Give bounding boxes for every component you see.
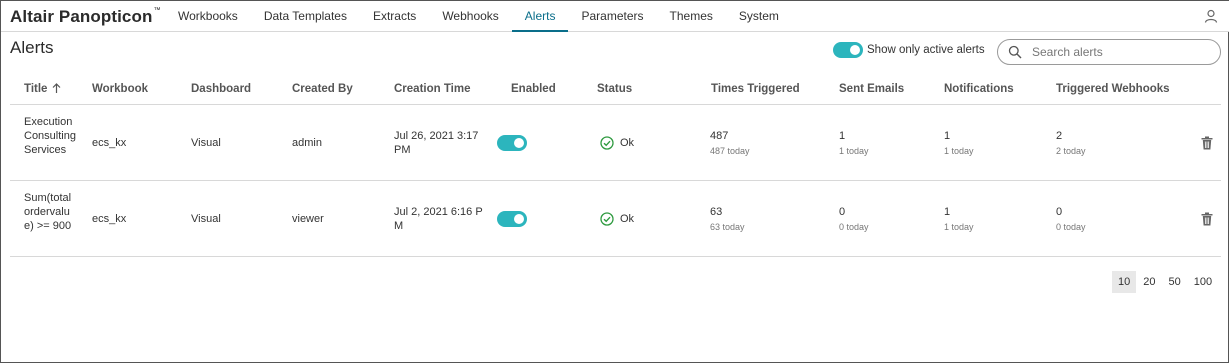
nav-system[interactable]: System — [726, 1, 792, 32]
alert-status-text: Ok — [620, 213, 635, 225]
arrow-up-icon[interactable] — [52, 83, 61, 93]
alert-created-by: admin — [292, 137, 322, 149]
column-header-created-by[interactable]: Created By — [292, 83, 353, 95]
page-size-50[interactable]: 50 — [1163, 271, 1187, 293]
main-nav: Workbooks Data Templates Extracts Webhoo… — [165, 1, 792, 32]
alert-status-text: Ok — [620, 137, 635, 149]
check-circle-icon — [600, 212, 614, 226]
logo-text: Altair Panopticon — [10, 7, 153, 26]
active-alerts-filter: Show only active alerts — [833, 42, 985, 58]
alert-times-triggered: 487 487 today — [710, 129, 750, 158]
nav-webhooks[interactable]: Webhooks — [429, 1, 511, 32]
column-header-status[interactable]: Status — [597, 83, 632, 95]
alert-sent-emails: 1 1 today — [839, 129, 869, 158]
active-alerts-label: Show only active alerts — [867, 44, 985, 56]
alert-dashboard: Visual — [191, 213, 221, 225]
app-logo[interactable]: Altair Panopticon™ — [10, 7, 161, 27]
nav-alerts[interactable]: Alerts — [511, 1, 569, 32]
triggered-webhooks-today: 0 today — [1056, 222, 1086, 232]
alert-triggered-webhooks: 0 0 today — [1056, 205, 1086, 234]
table-row[interactable]: Sum(totalordervalue) >= 900 ecs_kx Visua… — [10, 181, 1221, 257]
table-row[interactable]: Execution Consulting Services ecs_kx Vis… — [10, 105, 1221, 181]
alert-notifications: 1 1 today — [944, 205, 974, 234]
times-triggered-today: 63 today — [710, 222, 745, 232]
column-title-label: Title — [24, 83, 48, 95]
triggered-webhooks-total: 0 — [1056, 206, 1063, 218]
notifications-total: 1 — [944, 130, 951, 142]
alert-workbook: ecs_kx — [92, 213, 127, 225]
times-triggered-total: 487 — [710, 130, 729, 142]
active-alerts-toggle[interactable] — [833, 42, 863, 58]
alert-status: Ok — [600, 136, 634, 150]
alert-title: Sum(totalordervalue) >= 900 — [24, 192, 72, 232]
trash-icon[interactable] — [1201, 136, 1213, 150]
user-icon[interactable] — [1204, 9, 1218, 23]
notifications-total: 1 — [944, 206, 951, 218]
page-size-10[interactable]: 10 — [1112, 271, 1137, 293]
alert-title: Execution Consulting Services — [24, 116, 76, 156]
column-header-creation-time[interactable]: Creation Time — [394, 83, 470, 95]
alert-times-triggered: 63 63 today — [710, 205, 745, 234]
page-size-20[interactable]: 20 — [1137, 271, 1161, 293]
triggered-webhooks-today: 2 today — [1056, 146, 1086, 156]
check-circle-icon — [600, 136, 614, 150]
trash-icon[interactable] — [1201, 212, 1213, 226]
nav-parameters[interactable]: Parameters — [568, 1, 656, 32]
sent-emails-today: 0 today — [839, 222, 869, 232]
search-input[interactable] — [1032, 45, 1212, 59]
column-header-enabled[interactable]: Enabled — [511, 83, 556, 95]
alert-status: Ok — [600, 212, 634, 226]
top-navigation-bar: Altair Panopticon™ Workbooks Data Templa… — [1, 1, 1229, 32]
sent-emails-today: 1 today — [839, 146, 869, 156]
page-title: Alerts — [10, 38, 54, 57]
alert-creation-time: Jul 26, 2021 3:17 PM — [394, 130, 479, 156]
column-header-title[interactable]: Title — [24, 83, 61, 95]
alert-triggered-webhooks: 2 2 today — [1056, 129, 1086, 158]
alert-creation-time: Jul 2, 2021 6:16 PM — [394, 206, 483, 232]
logo-trademark: ™ — [153, 7, 161, 14]
nav-data-templates[interactable]: Data Templates — [251, 1, 360, 32]
notifications-today: 1 today — [944, 146, 974, 156]
column-header-notifications[interactable]: Notifications — [944, 83, 1014, 95]
page-size-100[interactable]: 100 — [1188, 271, 1218, 293]
triggered-webhooks-total: 2 — [1056, 130, 1063, 142]
alert-dashboard: Visual — [191, 137, 221, 149]
column-header-times-triggered[interactable]: Times Triggered — [711, 83, 800, 95]
search-icon — [1008, 45, 1022, 59]
sent-emails-total: 0 — [839, 206, 846, 218]
column-header-sent-emails[interactable]: Sent Emails — [839, 83, 904, 95]
alert-enabled-toggle[interactable] — [497, 211, 527, 227]
alert-sent-emails: 0 0 today — [839, 205, 869, 234]
nav-themes[interactable]: Themes — [657, 1, 726, 32]
nav-workbooks[interactable]: Workbooks — [165, 1, 251, 32]
times-triggered-today: 487 today — [710, 146, 750, 156]
alert-created-by: viewer — [292, 213, 324, 225]
notifications-today: 1 today — [944, 222, 974, 232]
alert-enabled-toggle[interactable] — [497, 135, 527, 151]
alert-notifications: 1 1 today — [944, 129, 974, 158]
times-triggered-total: 63 — [710, 206, 723, 218]
table-header: Title Workbook Dashboard Created By Crea… — [10, 74, 1221, 105]
sent-emails-total: 1 — [839, 130, 846, 142]
column-header-triggered-webhooks[interactable]: Triggered Webhooks — [1056, 83, 1170, 95]
alert-workbook: ecs_kx — [92, 137, 127, 149]
nav-extracts[interactable]: Extracts — [360, 1, 429, 32]
alerts-table: Title Workbook Dashboard Created By Crea… — [10, 74, 1221, 257]
column-header-workbook[interactable]: Workbook — [92, 83, 148, 95]
page-size-selector: 10 20 50 100 — [1112, 271, 1219, 293]
column-header-dashboard[interactable]: Dashboard — [191, 83, 251, 95]
search-box — [997, 39, 1221, 65]
